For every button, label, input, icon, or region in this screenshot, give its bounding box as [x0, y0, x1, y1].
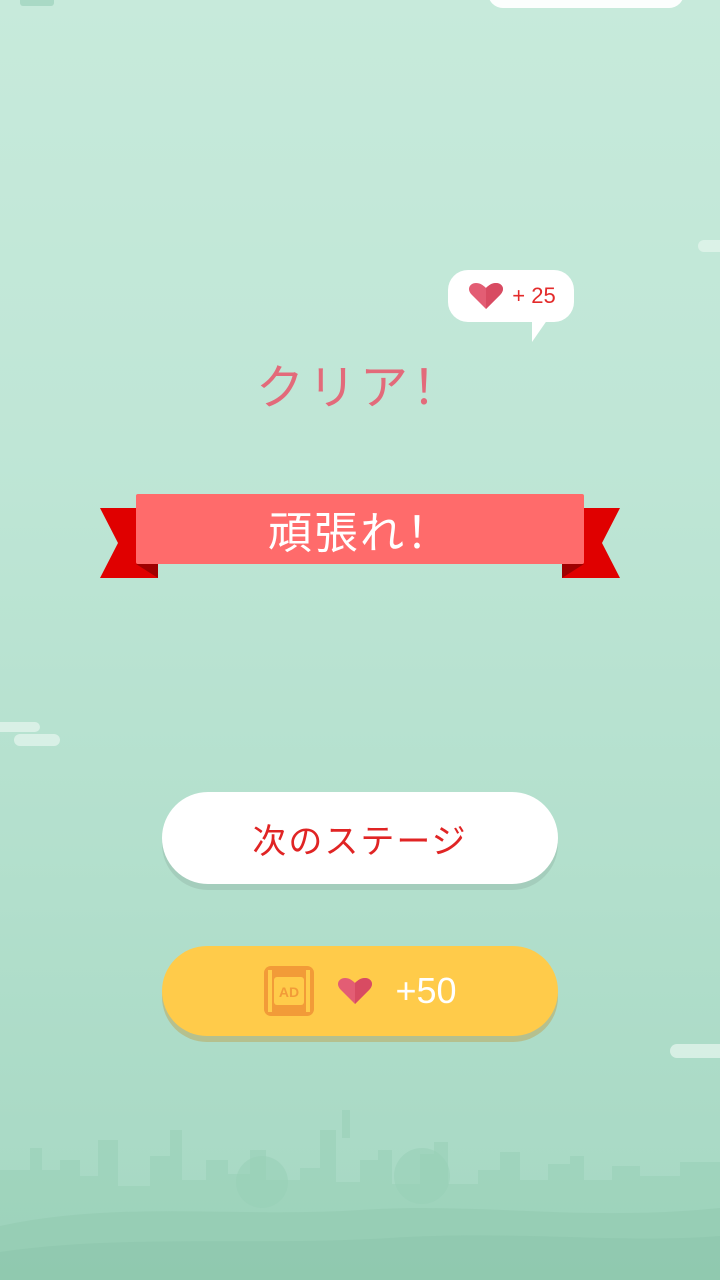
reward-bubble-text: + 25: [512, 283, 556, 308]
ad-reward-text: +50: [395, 970, 457, 1011]
banner-text: 頑張れ！: [136, 494, 584, 564]
result-ribbon: 頑張れ！: [100, 494, 620, 584]
reward-bubble: + 25: [448, 270, 574, 322]
bubble-tail: [532, 316, 550, 342]
heart-icon: [338, 978, 373, 1004]
cloud-left-2: [14, 734, 60, 746]
watch-ad-button[interactable]: AD +50: [162, 946, 558, 1036]
clear-title: クリア！: [255, 360, 464, 416]
top-right-indicator: [488, 0, 684, 8]
cloud-right-bottom: [670, 1044, 720, 1058]
top-left-tab: [20, 0, 54, 6]
cloud-left-1: [0, 722, 40, 732]
video-ad-icon: AD: [264, 966, 315, 1016]
next-stage-button[interactable]: 次のステージ: [162, 792, 558, 884]
ad-label: AD: [279, 984, 299, 1000]
city-skyline: [0, 1110, 720, 1280]
heart-icon: [469, 283, 504, 309]
cloud-top-right: [698, 240, 720, 252]
